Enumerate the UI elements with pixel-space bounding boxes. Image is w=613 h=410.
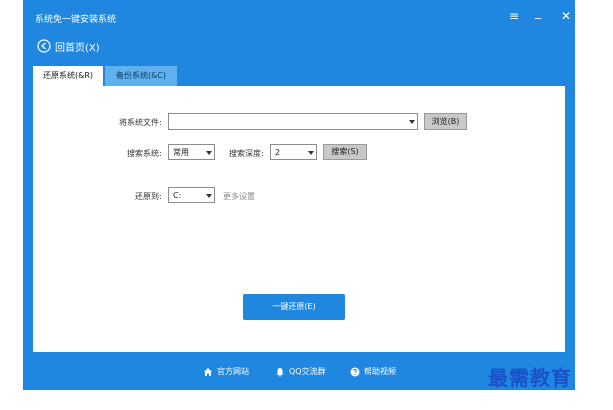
back-arrow-icon (37, 39, 51, 53)
qq-group-label: QQ交流群 (289, 367, 326, 376)
chevron-down-icon (308, 151, 314, 155)
search-depth-select[interactable]: 2 (270, 144, 317, 160)
search-system-value: 常用 (173, 148, 189, 157)
chevron-down-icon (409, 120, 415, 124)
tab-restore-system[interactable]: 还原系统(&R) (33, 66, 103, 86)
chevron-down-icon (206, 194, 212, 198)
home-icon (204, 367, 212, 376)
official-site-label: 官方网站 (217, 367, 249, 376)
search-button[interactable]: 搜索(S) (323, 144, 367, 160)
minimize-icon[interactable]: _ (535, 6, 541, 18)
close-icon[interactable]: ✕ (561, 10, 571, 22)
search-depth-label: 搜索深度: (229, 149, 264, 158)
search-depth-value: 2 (275, 148, 281, 157)
menu-icon[interactable]: ≡ (509, 10, 519, 22)
restore-to-value: C: (173, 191, 182, 200)
qq-group-link[interactable]: QQ交流群 (275, 366, 326, 377)
tab-backup-system[interactable]: 备份系统(&C) (105, 66, 177, 86)
help-icon (350, 367, 360, 376)
chevron-down-icon (206, 151, 212, 155)
search-system-label: 搜索系统: (127, 149, 162, 158)
help-video-link[interactable]: 帮助视频 (350, 366, 396, 377)
system-file-label: 将系统文件: (119, 118, 162, 127)
help-video-label: 帮助视频 (364, 367, 396, 376)
title-bar: 系统免一键安装系统 ≡ _ ✕ (23, 0, 575, 34)
watermark-logo: 最需教育 (488, 366, 572, 390)
more-settings-link[interactable]: 更多设置 (223, 191, 255, 202)
app-window: 系统免一键安装系统 ≡ _ ✕ 回首页(X) 还原系统(&R) 备份系统(&C)… (23, 0, 575, 390)
restore-panel: 将系统文件: 浏览(B) 搜索系统: 常用 搜索深度: 2 搜索(S) 还原到:… (33, 86, 565, 352)
official-site-link[interactable]: 官方网站 (203, 366, 249, 377)
bell-icon (276, 367, 284, 377)
restore-to-select[interactable]: C: (168, 187, 215, 203)
app-title: 系统免一键安装系统 (35, 15, 117, 25)
browse-button[interactable]: 浏览(B) (424, 113, 467, 130)
one-click-restore-button[interactable]: 一键还原(E) (243, 294, 345, 320)
back-home-link[interactable]: 回首页(X) (37, 38, 100, 54)
system-file-combobox[interactable] (168, 113, 418, 130)
restore-to-label: 还原到: (135, 192, 162, 201)
search-system-select[interactable]: 常用 (168, 144, 215, 160)
home-label: 回首页(X) (55, 42, 100, 54)
